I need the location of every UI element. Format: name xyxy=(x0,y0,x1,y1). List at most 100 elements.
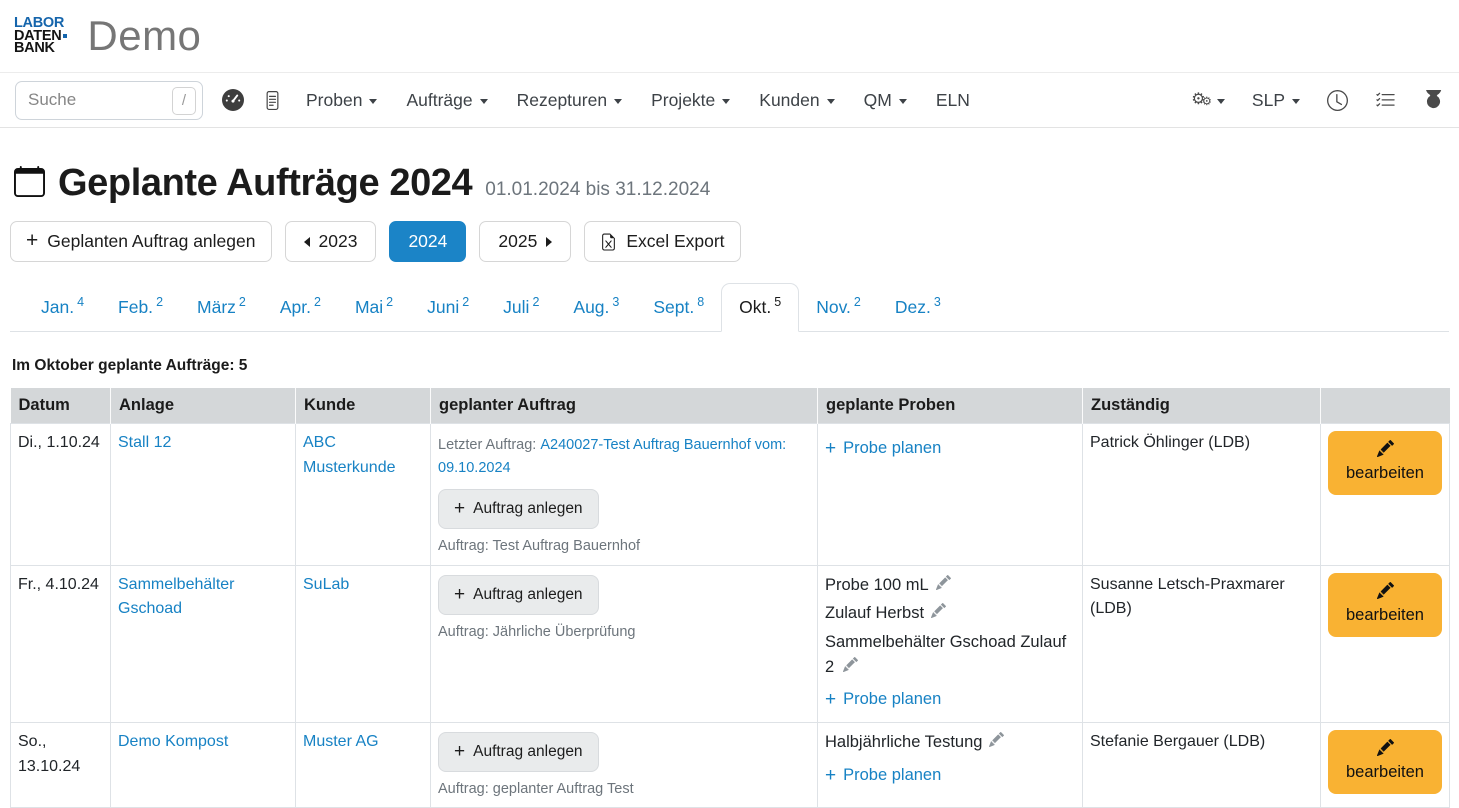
nav-menu-projekte[interactable]: Projekte xyxy=(651,90,730,111)
letzter-auftrag-label: Letzter Auftrag: xyxy=(438,437,536,453)
pencil-icon xyxy=(1377,440,1394,457)
bearbeiten-button[interactable]: bearbeiten xyxy=(1328,431,1442,495)
kunde-link[interactable]: Muster AG xyxy=(303,730,379,755)
plus-icon: + xyxy=(825,761,836,790)
probe-label: Zulauf Herbst xyxy=(825,601,924,627)
main-navbar: / Proben Aufträge Rezepturen Projekte Ku… xyxy=(0,72,1459,128)
excel-export-button[interactable]: Excel Export xyxy=(584,221,740,262)
edit-pencil-icon[interactable] xyxy=(931,601,946,627)
cell-zustaendig: Stefanie Bergauer (LDB) xyxy=(1083,722,1321,807)
col-header-actions xyxy=(1321,388,1450,424)
pencil-icon xyxy=(1377,582,1394,599)
bearbeiten-button[interactable]: bearbeiten xyxy=(1328,573,1442,637)
tab-month-mai[interactable]: Mai2 xyxy=(338,284,410,331)
cell-actions: bearbeiten xyxy=(1321,722,1450,807)
page-head: Geplante Aufträge 2024 01.01.2024 bis 31… xyxy=(10,162,1449,205)
tab-month-sept[interactable]: Sept.8 xyxy=(636,284,721,331)
cell-actions: bearbeiten xyxy=(1321,565,1450,722)
plus-icon: + xyxy=(825,685,836,714)
settings-gears-icon[interactable]: ⚙⚙ xyxy=(1191,92,1225,108)
auftrag-note: Auftrag: Test Auftrag Bauernhof xyxy=(438,535,810,557)
power-logout-icon[interactable] xyxy=(1423,90,1444,111)
chevron-down-icon xyxy=(1292,99,1300,104)
probe-label: Probe 100 mL xyxy=(825,573,929,599)
history-clock-icon[interactable] xyxy=(1327,90,1348,111)
cell-geplanter-auftrag: + Auftrag anlegen Auftrag: geplanter Auf… xyxy=(431,722,818,807)
nav-menu-eln[interactable]: ELN xyxy=(936,90,970,111)
main-content: Geplante Aufträge 2024 01.01.2024 bis 31… xyxy=(0,128,1459,808)
tab-month-juni[interactable]: Juni2 xyxy=(410,284,486,331)
edit-pencil-icon[interactable] xyxy=(843,655,858,680)
plus-icon: + xyxy=(454,498,465,520)
chevron-down-icon xyxy=(480,99,488,104)
tab-month-okt[interactable]: Okt.5 xyxy=(721,283,799,332)
navbar-right: ⚙⚙ SLP xyxy=(1191,90,1444,111)
next-year-button[interactable]: 2025 xyxy=(479,221,571,262)
cell-datum: So., 13.10.24 xyxy=(11,722,111,807)
anlage-link[interactable]: Stall 12 xyxy=(118,431,171,456)
tab-month-aug[interactable]: Aug.3 xyxy=(556,284,636,331)
current-year-button[interactable]: 2024 xyxy=(389,221,466,262)
dashboard-icon[interactable] xyxy=(222,89,244,111)
cell-datum: Di., 1.10.24 xyxy=(11,423,111,565)
nav-menu-proben[interactable]: Proben xyxy=(306,90,377,111)
chevron-down-icon xyxy=(614,99,622,104)
kunde-link[interactable]: ABC Musterkunde xyxy=(303,431,423,481)
chevron-down-icon xyxy=(722,99,730,104)
probe-planen-link[interactable]: + Probe planen xyxy=(825,685,941,714)
cell-datum: Fr., 4.10.24 xyxy=(11,565,111,722)
nav-menu-rezepturen[interactable]: Rezepturen xyxy=(517,90,622,111)
logo-square-icon xyxy=(63,34,67,38)
anlage-link[interactable]: Demo Kompost xyxy=(118,730,228,755)
auftrag-anlegen-button[interactable]: + Auftrag anlegen xyxy=(438,732,599,772)
probe-planen-link[interactable]: + Probe planen xyxy=(825,761,941,790)
tab-month-apr[interactable]: Apr.2 xyxy=(263,284,338,331)
plus-icon: + xyxy=(825,434,836,463)
anlage-link[interactable]: Sammelbehälter Gschoad xyxy=(118,573,288,623)
kunde-link[interactable]: SuLab xyxy=(303,573,349,598)
create-planned-order-button[interactable]: + Geplanten Auftrag anlegen xyxy=(10,221,272,262)
cell-geplante-proben: Halbjährliche Testung + Probe planen xyxy=(818,722,1083,807)
table-row: So., 13.10.24 Demo Kompost Muster AG + A… xyxy=(11,722,1450,807)
nav-menu-qm[interactable]: QM xyxy=(864,90,907,111)
bearbeiten-button[interactable]: bearbeiten xyxy=(1328,730,1442,794)
col-header-geplanter-auftrag: geplanter Auftrag xyxy=(431,388,818,424)
col-header-zustaendig: Zuständig xyxy=(1083,388,1321,424)
actions-row: + Geplanten Auftrag anlegen 2023 2024 20… xyxy=(10,221,1449,262)
month-summary: Im Oktober geplante Aufträge: 5 xyxy=(10,357,1449,375)
month-tabs: Jan.4 Feb.2 März2 Apr.2 Mai2 Juni2 Juli2… xyxy=(10,283,1449,332)
nav-menu-auftraege[interactable]: Aufträge xyxy=(406,90,487,111)
nav-menus: Proben Aufträge Rezepturen Projekte Kund… xyxy=(306,90,970,111)
plus-icon: + xyxy=(454,741,465,763)
cell-geplante-proben: Probe 100 mL Zulauf Herbst Sammelbehälte… xyxy=(818,565,1083,722)
cell-zustaendig: Patrick Öhlinger (LDB) xyxy=(1083,423,1321,565)
tab-month-dez[interactable]: Dez.3 xyxy=(878,284,958,331)
col-header-kunde: Kunde xyxy=(296,388,431,424)
labordatenbank-logo[interactable]: LABOR DATEN BANK xyxy=(14,17,67,54)
auftrag-anlegen-button[interactable]: + Auftrag anlegen xyxy=(438,489,599,529)
auftrag-note: Auftrag: geplanter Auftrag Test xyxy=(438,778,810,800)
tab-month-juli[interactable]: Juli2 xyxy=(486,284,556,331)
user-menu-slp[interactable]: SLP xyxy=(1252,90,1300,111)
cell-actions: bearbeiten xyxy=(1321,423,1450,565)
probe-planen-link[interactable]: + Probe planen xyxy=(825,434,941,463)
tab-month-maerz[interactable]: März2 xyxy=(180,284,263,331)
page-date-range: 01.01.2024 bis 31.12.2024 xyxy=(485,179,710,201)
table-row: Di., 1.10.24 Stall 12 ABC Musterkunde Le… xyxy=(11,423,1450,565)
document-icon[interactable] xyxy=(263,91,282,110)
table-header-row: Datum Anlage Kunde geplanter Auftrag gep… xyxy=(11,388,1450,424)
prev-year-button[interactable]: 2023 xyxy=(285,221,377,262)
search-shortcut-badge: / xyxy=(172,87,196,115)
task-list-icon[interactable] xyxy=(1375,90,1396,111)
cell-geplanter-auftrag: Letzter Auftrag:A240027-Test Auftrag Bau… xyxy=(431,423,818,565)
tab-month-nov[interactable]: Nov.2 xyxy=(799,284,878,331)
auftrag-anlegen-button[interactable]: + Auftrag anlegen xyxy=(438,575,599,615)
edit-pencil-icon[interactable] xyxy=(989,730,1004,756)
app-title: Demo xyxy=(87,12,201,60)
edit-pencil-icon[interactable] xyxy=(936,573,951,599)
tab-month-feb[interactable]: Feb.2 xyxy=(101,284,180,331)
nav-menu-kunden[interactable]: Kunden xyxy=(759,90,834,111)
excel-file-icon xyxy=(600,232,617,252)
tab-month-jan[interactable]: Jan.4 xyxy=(24,284,101,331)
plus-icon: + xyxy=(454,584,465,606)
